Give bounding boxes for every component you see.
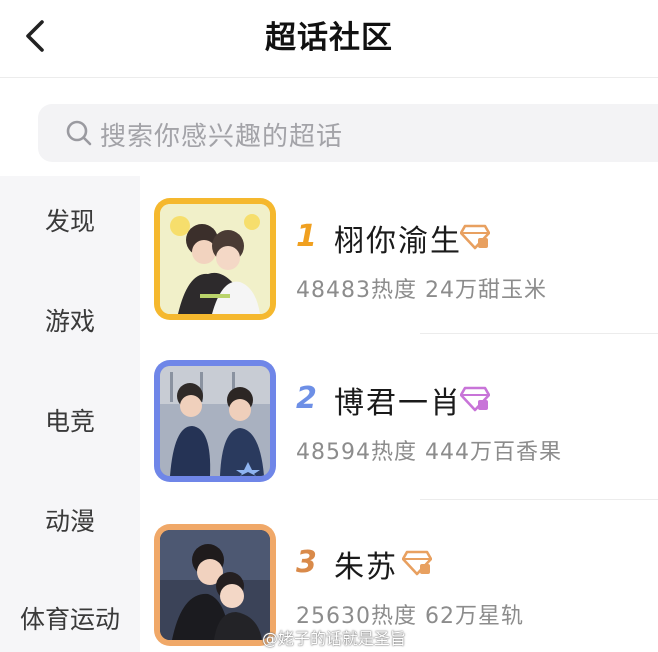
super-topic-list: 1 栩你渝生 48483热度 24万甜玉米 2 博君一肖 48594热度 444… <box>140 176 658 652</box>
diamond-badge-icon <box>401 548 433 576</box>
list-item[interactable]: 2 博君一肖 48594热度 444万百香果 <box>140 348 658 498</box>
avatar <box>154 198 276 320</box>
watermark: @姥子的话就是圣旨 <box>262 629 407 648</box>
avatar <box>154 524 276 646</box>
topic-name: 栩你渝生 <box>334 224 462 259</box>
avatar-image <box>160 204 270 314</box>
diamond-badge-icon <box>459 384 491 412</box>
topic-stats: 48483热度 24万甜玉米 <box>296 278 547 303</box>
page-title: 超话社区 <box>265 20 393 56</box>
topic-name: 博君一肖 <box>334 386 462 421</box>
rank-number: 3 <box>296 545 317 580</box>
list-item[interactable]: 1 栩你渝生 48483热度 24万甜玉米 <box>140 186 658 336</box>
category-sidebar: 发现 游戏 电竞 动漫 体育运动 <box>0 176 140 652</box>
search-icon <box>66 120 92 146</box>
sidebar-item-games[interactable]: 游戏 <box>0 302 140 338</box>
avatar-image <box>160 366 270 476</box>
topic-stats: 48594热度 444万百香果 <box>296 440 562 465</box>
sidebar-item-anime[interactable]: 动漫 <box>0 502 140 538</box>
header-bar: 超话社区 <box>0 0 658 78</box>
sidebar-item-discover[interactable]: 发现 <box>0 202 140 238</box>
sidebar-item-sports[interactable]: 体育运动 <box>0 600 140 636</box>
sidebar-item-esports[interactable]: 电竞 <box>0 402 140 438</box>
diamond-badge-icon <box>459 222 491 250</box>
avatar <box>154 360 276 482</box>
rank-number: 1 <box>296 219 317 254</box>
avatar-image <box>160 530 270 640</box>
divider <box>420 333 658 334</box>
rank-number: 2 <box>296 381 317 416</box>
divider <box>420 499 658 500</box>
topic-name: 朱苏 <box>334 550 398 585</box>
search-input[interactable]: 搜索你感兴趣的超话 <box>38 104 658 162</box>
search-placeholder: 搜索你感兴趣的超话 <box>100 122 344 152</box>
